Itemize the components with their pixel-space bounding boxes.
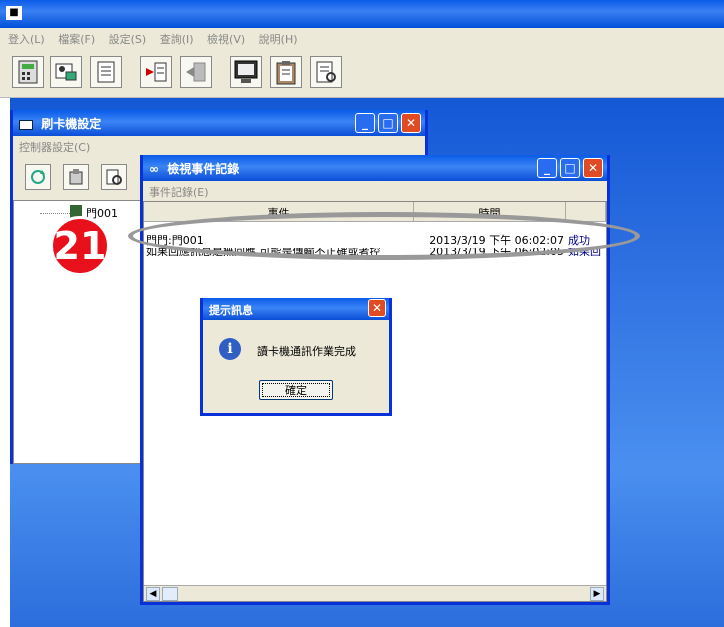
search-document-icon[interactable] [101,164,127,190]
info-icon: i [219,338,241,360]
document-icon[interactable] [90,56,122,88]
calculator-icon[interactable] [12,56,44,88]
menu-help[interactable]: 說明(H) [259,33,298,46]
horizontal-scrollbar[interactable]: ◀ ▶ [144,585,606,601]
window-icon [19,119,33,130]
event-log-menu[interactable]: 事件記錄(E) [143,181,607,201]
close-button[interactable]: ✕ [583,158,603,178]
import-icon[interactable] [140,56,172,88]
main-toolbar [0,48,724,98]
close-button[interactable]: ✕ [401,113,421,133]
info-dialog: 提示訊息 ✕ i 讀卡機通訊作業完成 確定 [200,298,392,416]
menu-settings[interactable]: 設定(S) [109,33,147,46]
dialog-title: 提示訊息 [209,304,253,317]
menu-view[interactable]: 檢視(V) [207,33,245,46]
scroll-left-icon[interactable]: ◀ [146,587,160,601]
close-button[interactable]: ✕ [368,299,386,317]
card-reader-titlebar[interactable]: 刷卡機設定 _ □ ✕ [13,110,425,136]
maximize-button[interactable]: □ [378,113,398,133]
refresh-icon[interactable] [25,164,51,190]
highlight-ellipse [128,212,640,260]
event-log-title: 檢視事件記錄 [167,162,240,176]
ok-button[interactable]: 確定 [259,380,333,400]
maximize-button[interactable]: □ [560,158,580,178]
reader-device-icon[interactable] [63,164,89,190]
dialog-titlebar[interactable]: 提示訊息 ✕ [203,298,389,320]
monitor-icon[interactable] [230,56,262,88]
scroll-thumb[interactable] [162,587,178,601]
binoculars-icon: ∞ [149,162,159,176]
export-icon[interactable] [180,56,212,88]
minimize-button[interactable]: _ [537,158,557,178]
dialog-message: 讀卡機通訊作業完成 [257,345,356,358]
step-badge: 21 [50,216,110,276]
event-log-titlebar[interactable]: ∞ 檢視事件記錄 _ □ ✕ [143,155,607,181]
app-icon: ■ [6,5,22,20]
main-titlebar: ■ [0,0,724,28]
menu-file[interactable]: 檔案(F) [58,33,95,46]
menu-query[interactable]: 查詢(I) [160,33,194,46]
card-user-icon[interactable] [50,56,82,88]
scroll-right-icon[interactable]: ▶ [590,587,604,601]
card-reader-toolbar [13,156,149,196]
column-status[interactable] [566,202,606,221]
controller-settings-menu[interactable]: 控制器設定(C) [13,136,425,156]
menu-login[interactable]: 登入(L) [8,33,45,46]
minimize-button[interactable]: _ [355,113,375,133]
main-menubar: 登入(L) 檔案(F) 設定(S) 查詢(I) 檢視(V) 說明(H) [0,28,724,48]
clipboard-icon[interactable] [270,56,302,88]
report-icon[interactable] [310,56,342,88]
card-reader-title: 刷卡機設定 [41,117,102,131]
